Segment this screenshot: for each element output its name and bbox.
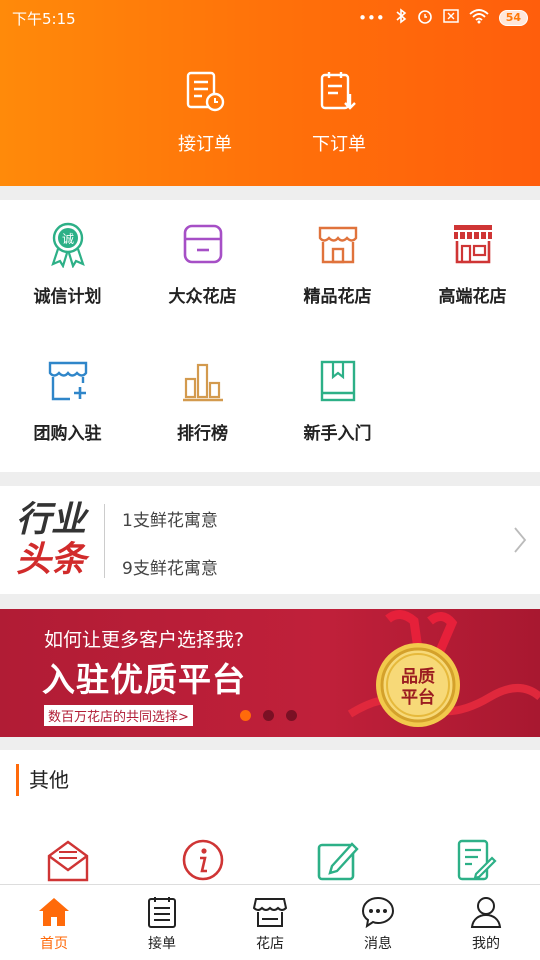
grid-item-integrity[interactable]: 诚 诚信计划 [0, 200, 135, 310]
news-divider [104, 504, 105, 578]
bluetooth-icon [395, 8, 407, 28]
profile-icon [469, 895, 503, 929]
feature-grid: 诚 诚信计划 大众花店 精品花店 高端花店 团购入驻 排行榜 新手入门 [0, 200, 540, 472]
svg-text:品质: 品质 [401, 667, 435, 687]
place-order-label: 下订单 [312, 134, 366, 155]
svg-text:诚: 诚 [61, 232, 73, 246]
receive-order-icon [183, 70, 227, 114]
tab-home[interactable]: 首页 [0, 895, 108, 957]
group-buy-icon [44, 357, 92, 405]
svg-text:平台: 平台 [401, 687, 435, 708]
shop-icon [252, 895, 288, 929]
guide-book-icon [314, 357, 362, 405]
grid-label: 诚信计划 [33, 287, 102, 307]
carousel-dot[interactable] [286, 710, 297, 721]
news-logo: 行业 头条 [16, 499, 87, 580]
banner-subtitle: 如何让更多客户选择我? [44, 629, 245, 651]
integrity-badge-icon: 诚 [44, 220, 92, 269]
grid-label: 排行榜 [177, 424, 228, 444]
other-section: 其他 [0, 750, 540, 886]
tab-label: 我的 [472, 936, 500, 952]
carousel-dot[interactable] [240, 710, 251, 721]
grid-item-boutique-store[interactable]: 精品花店 [270, 200, 405, 310]
grid-label: 新手入门 [303, 424, 372, 444]
tab-label: 消息 [364, 936, 392, 952]
news-item[interactable]: 1支鲜花寓意 [122, 506, 218, 531]
grid-label: 精品花店 [303, 287, 372, 307]
grid-item-group-buy[interactable]: 团购入驻 [0, 337, 135, 447]
tab-label: 首页 [40, 936, 68, 952]
banner-tag[interactable]: 数百万花店的共同选择> [44, 705, 193, 726]
info-icon[interactable] [181, 838, 225, 882]
grid-item-public-store[interactable]: 大众花店 [135, 200, 270, 310]
grid-label: 高端花店 [438, 287, 507, 307]
status-time: 下午5:15 [12, 9, 76, 28]
industry-news: 行业 头条 1支鲜花寓意 9支鲜花寓意 [0, 486, 540, 594]
status-icons: ••• 54 [358, 8, 528, 28]
place-order-icon [317, 70, 361, 114]
grid-label: 大众花店 [168, 287, 237, 307]
grid-label: 团购入驻 [33, 424, 102, 444]
grid-item-guide[interactable]: 新手入门 [270, 337, 405, 447]
envelope-icon[interactable] [46, 838, 90, 882]
tab-messages[interactable]: 消息 [324, 895, 432, 957]
news-item[interactable]: 9支鲜花寓意 [122, 554, 218, 579]
place-order-button[interactable]: 下订单 [284, 70, 394, 160]
more-dots-icon: ••• [358, 9, 385, 27]
sim-icon [442, 9, 459, 27]
quality-medal-icon: 品质 平台 [330, 609, 540, 737]
order-list-icon [145, 895, 179, 929]
tab-label: 接单 [148, 936, 176, 952]
tab-orders[interactable]: 接单 [108, 895, 216, 957]
wifi-icon [469, 8, 489, 28]
promo-banner[interactable]: 如何让更多客户选择我? 入驻优质平台 数百万花店的共同选择> 品质 平台 [0, 609, 540, 737]
message-icon [361, 895, 395, 929]
banner-title: 入驻优质平台 [42, 660, 246, 699]
grid-item-premium-store[interactable]: 高端花店 [405, 200, 540, 310]
edit-icon[interactable] [316, 838, 360, 882]
boutique-store-icon [314, 220, 362, 268]
tab-profile[interactable]: 我的 [432, 895, 540, 957]
document-edit-icon[interactable] [454, 838, 498, 882]
chevron-right-icon[interactable] [512, 526, 528, 554]
receive-order-button[interactable]: 接订单 [150, 70, 260, 160]
section-title: 其他 [16, 764, 69, 796]
grid-item-ranking[interactable]: 排行榜 [135, 337, 270, 447]
alarm-icon [417, 8, 433, 28]
store-icon [179, 220, 227, 268]
carousel-dots [240, 710, 297, 721]
battery-icon: 54 [498, 10, 528, 26]
header-actions: 接订单 下订单 [0, 70, 540, 160]
header: 下午5:15 ••• 54 接订单 下订单 [0, 0, 540, 186]
home-icon [37, 895, 71, 929]
carousel-dot[interactable] [263, 710, 274, 721]
bottom-tab-bar: 首页 接单 花店 消息 我的 [0, 884, 540, 960]
status-bar: 下午5:15 ••• 54 [0, 0, 540, 36]
tab-shop[interactable]: 花店 [216, 895, 324, 957]
receive-order-label: 接订单 [178, 134, 232, 155]
premium-store-icon [449, 220, 497, 268]
tab-label: 花店 [256, 936, 284, 952]
ranking-icon [179, 357, 227, 405]
